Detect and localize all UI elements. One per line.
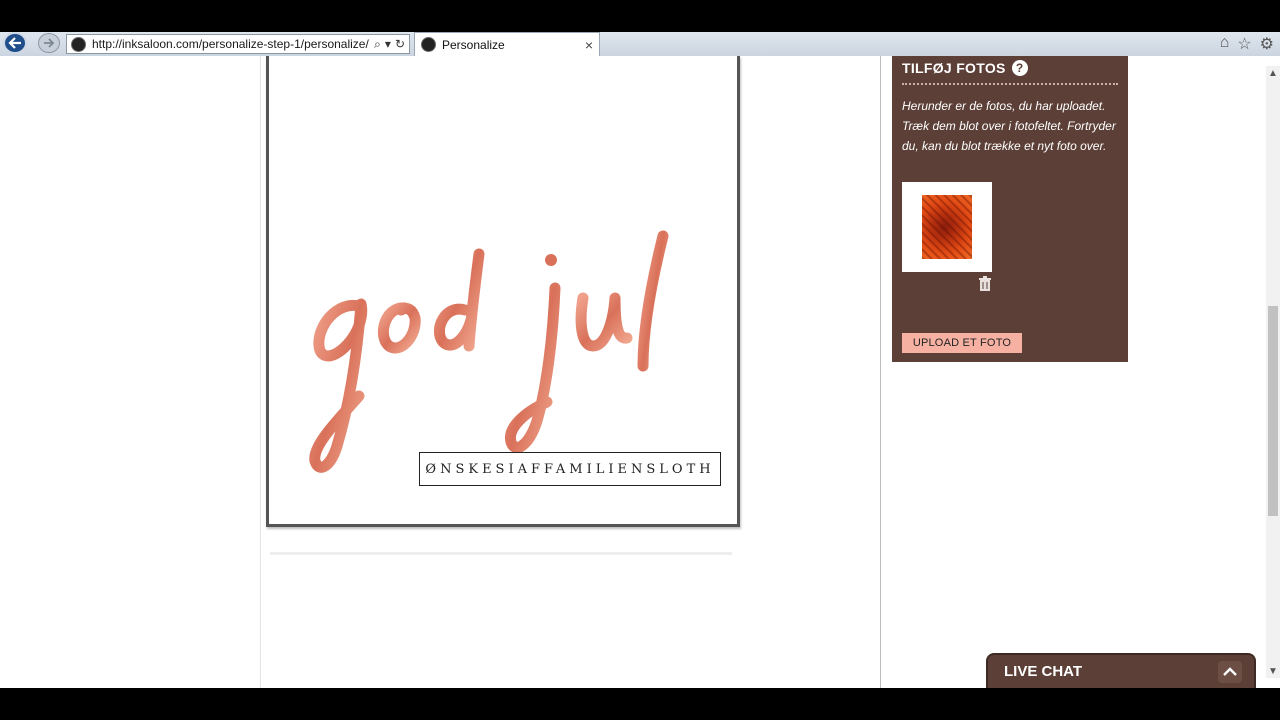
panel-description: Herunder er de fotos, du har uploadet. T… (902, 99, 1116, 153)
tab-personalize[interactable]: Personalize × (414, 32, 600, 56)
photo-image (922, 195, 972, 259)
top-black-bar (0, 0, 1280, 32)
settings-gear-icon[interactable]: ⚙ (1260, 34, 1274, 54)
live-chat-label: LIVE CHAT (1004, 663, 1083, 680)
close-tab-icon[interactable]: × (585, 37, 593, 53)
live-chat-widget[interactable]: LIVE CHAT (986, 653, 1256, 688)
favorites-star-icon[interactable]: ☆ (1237, 34, 1251, 54)
page-content: ØNSKESIAFFAMILIENSLOTH TILFØJ FOTOS ? He… (0, 56, 1280, 688)
scroll-up-icon[interactable]: ▲ (1266, 66, 1280, 80)
dropdown-icon[interactable]: ▾ (385, 37, 391, 52)
vertical-scrollbar[interactable]: ▲ ▼ (1266, 66, 1280, 678)
trash-icon[interactable] (978, 276, 992, 292)
arrow-right-icon (44, 38, 55, 48)
bottom-black-bar (0, 688, 1280, 720)
tab-favicon-icon (421, 37, 436, 52)
tab-title: Personalize (442, 37, 505, 52)
content-divider-right (880, 56, 881, 688)
browser-toolbar: http://inksaloon.com/personalize-step-1/… (0, 32, 1280, 57)
content-divider-left (260, 56, 261, 688)
card-preview[interactable]: ØNSKESIAFFAMILIENSLOTH (266, 56, 740, 527)
panel-title: TILFØJ FOTOS (902, 60, 1006, 76)
arrow-left-icon (8, 37, 21, 49)
chevron-up-icon[interactable] (1218, 660, 1242, 683)
back-button[interactable] (3, 32, 27, 54)
help-icon[interactable]: ? (1011, 60, 1028, 76)
uploaded-photo-thumbnail[interactable] (902, 182, 992, 272)
panel-dotted-divider (902, 83, 1118, 85)
search-icon[interactable]: ⌕ (374, 37, 381, 52)
panel-header: TILFØJ FOTOS ? (902, 60, 1028, 76)
scroll-down-icon[interactable]: ▼ (1266, 664, 1280, 678)
address-url: http://inksaloon.com/personalize-step-1/… (92, 37, 369, 51)
upload-photo-button[interactable]: UPLOAD ET FOTO (902, 333, 1022, 353)
card-shadow-rule (270, 552, 732, 555)
forward-button[interactable] (38, 33, 60, 53)
refresh-icon[interactable]: ↻ (395, 37, 405, 52)
scroll-thumb[interactable] (1268, 306, 1278, 516)
home-icon[interactable]: ⌂ (1220, 34, 1230, 54)
site-favicon-icon (71, 36, 86, 52)
address-bar[interactable]: http://inksaloon.com/personalize-step-1/… (66, 34, 410, 54)
add-photos-panel: TILFØJ FOTOS ? Herunder er de fotos, du … (892, 56, 1128, 362)
caption-text-box[interactable]: ØNSKESIAFFAMILIENSLOTH (419, 452, 721, 486)
